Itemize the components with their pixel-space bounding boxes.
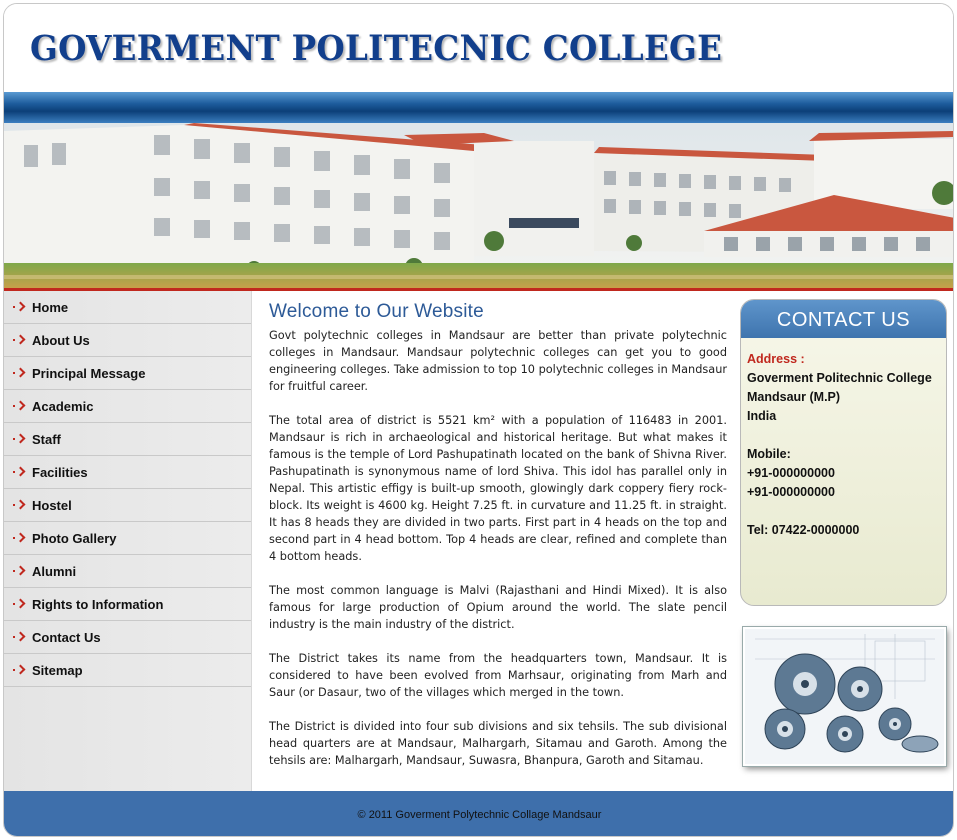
sidebar-item-about-us[interactable]: About Us <box>4 324 251 357</box>
sidebar-item-contact-us[interactable]: Contact Us <box>4 621 251 654</box>
sidebar-item-label: Academic <box>32 398 94 414</box>
sidebar-item-label: Rights to Information <box>32 596 164 612</box>
chevron-right-icon <box>13 598 27 610</box>
site-footer: © 2011 Goverment Polytechnic Collage Man… <box>4 791 953 836</box>
chevron-right-icon <box>13 631 27 643</box>
sidebar-item-staff[interactable]: Staff <box>4 423 251 456</box>
name-origin-paragraph: The District takes its name from the hea… <box>269 652 727 699</box>
site-title: GOVERMENT POLITECNIC COLLEGE <box>30 28 723 69</box>
sidebar-item-label: Alumni <box>32 563 77 579</box>
sidebar-nav: Home About Us Principal Message Academic… <box>4 291 252 794</box>
telephone: Tel: 07422-0000000 <box>747 523 860 537</box>
sidebar-item-label: Contact Us <box>32 629 101 645</box>
sidebar-item-academic[interactable]: Academic <box>4 390 251 423</box>
chevron-right-icon <box>13 301 27 313</box>
sidebar-item-photo-gallery[interactable]: Photo Gallery <box>4 522 251 555</box>
gears-image <box>742 626 947 767</box>
sidebar-item-rights-to-information[interactable]: Rights to Information <box>4 588 251 621</box>
copyright-text: © 2011 Goverment Polytechnic Collage Man… <box>357 809 602 821</box>
sidebar-item-alumni[interactable]: Alumni <box>4 555 251 588</box>
contact-box: CONTACT US Address : Goverment Politechn… <box>740 299 947 606</box>
address-line: Mandsaur (M.P) <box>747 390 841 404</box>
chevron-right-icon <box>13 499 27 511</box>
sidebar-item-label: Facilities <box>32 464 88 480</box>
chevron-right-icon <box>13 565 27 577</box>
sidebar-item-label: Photo Gallery <box>32 530 117 546</box>
sidebar-item-facilities[interactable]: Facilities <box>4 456 251 489</box>
chevron-right-icon <box>13 664 27 676</box>
language-paragraph: The most common language is Malvi (Rajas… <box>269 584 727 631</box>
address-line: Goverment Politechnic College <box>747 371 932 385</box>
chevron-right-icon <box>13 433 27 445</box>
mechanical-gears-illustration <box>745 629 944 764</box>
mobile-number: +91-000000000 <box>747 485 835 499</box>
banner-image <box>4 123 953 288</box>
sidebar-item-label: Home <box>32 299 69 315</box>
chevron-right-icon <box>13 334 27 346</box>
chevron-right-icon <box>13 466 27 478</box>
college-building-photo <box>4 123 953 288</box>
sidebar-item-hostel[interactable]: Hostel <box>4 489 251 522</box>
sidebar-item-principal-message[interactable]: Principal Message <box>4 357 251 390</box>
sidebar-item-label: Staff <box>32 431 61 447</box>
sidebar-item-label: Hostel <box>32 497 72 513</box>
chevron-right-icon <box>13 367 27 379</box>
main-content: Welcome to Our Website Govt polytechnic … <box>269 291 727 794</box>
district-paragraph: The total area of district is 5521 km² w… <box>269 414 727 563</box>
address-line: India <box>747 409 777 423</box>
page-frame: GOVERMENT POLITECNIC COLLEGE Home About … <box>3 3 954 837</box>
header-blue-bar <box>4 92 953 123</box>
welcome-heading: Welcome to Our Website <box>269 301 484 322</box>
sidebar-item-label: About Us <box>32 332 90 348</box>
contact-heading: CONTACT US <box>741 300 946 338</box>
intro-paragraph: Govt polytechnic colleges in Mandsaur ar… <box>269 329 727 393</box>
sidebar-item-sitemap[interactable]: Sitemap <box>4 654 251 687</box>
site-header: GOVERMENT POLITECNIC COLLEGE <box>4 4 953 92</box>
mobile-number: +91-000000000 <box>747 466 835 480</box>
contact-details: Address : Goverment Politechnic College … <box>741 338 946 540</box>
address-label: Address : <box>747 352 805 366</box>
chevron-right-icon <box>13 532 27 544</box>
divisions-paragraph: The District is divided into four sub di… <box>269 720 727 767</box>
sidebar-item-label: Sitemap <box>32 662 83 678</box>
mobile-label: Mobile: <box>747 447 791 461</box>
sidebar-item-home[interactable]: Home <box>4 291 251 324</box>
sidebar-item-label: Principal Message <box>32 365 146 381</box>
chevron-right-icon <box>13 400 27 412</box>
